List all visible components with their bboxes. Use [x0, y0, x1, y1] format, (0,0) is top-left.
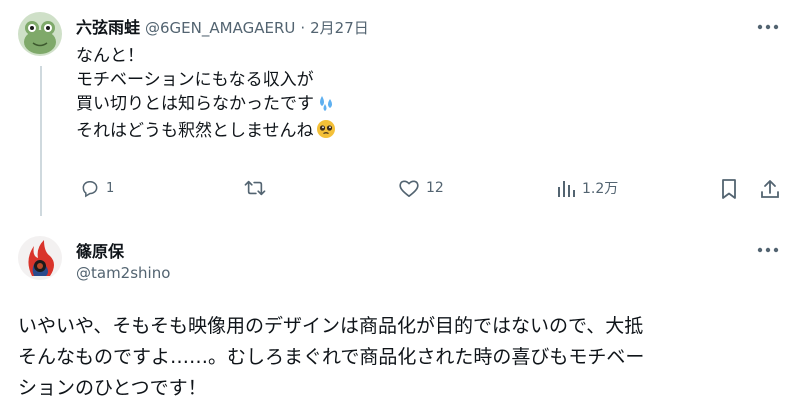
more-button[interactable] — [757, 20, 779, 30]
tweet-date[interactable]: 2月27日 — [310, 17, 369, 38]
tweet-line: モチベーションにもなる収入が — [76, 70, 314, 90]
bookmark-button[interactable] — [720, 178, 738, 200]
retweet-button[interactable] — [244, 178, 272, 198]
reply-count: 1 — [106, 180, 115, 196]
tweet-line: それはどうも釈然としませんね — [76, 121, 314, 141]
character-avatar-image — [18, 236, 62, 280]
thread-connector — [40, 66, 42, 216]
author-handle[interactable]: @6GEN_AMAGAERU — [145, 19, 295, 37]
more-icon — [757, 247, 779, 253]
bookmark-icon — [722, 179, 736, 199]
like-button[interactable]: 12 — [398, 178, 444, 198]
views-button[interactable]: 1.2万 — [556, 178, 618, 198]
like-count: 12 — [426, 180, 444, 196]
share-button[interactable] — [760, 178, 780, 200]
tweet-header: 六弦雨蛙 @6GEN_AMAGAERU · 2月27日 — [76, 14, 369, 38]
reply-button[interactable]: 1 — [80, 178, 114, 198]
header-separator: · — [300, 19, 306, 37]
tweet-line: 買い切りとは知らなかったです — [76, 94, 314, 114]
tweet-line: なんと！ — [76, 46, 144, 66]
reply-author-name[interactable]: 篠原保 — [76, 238, 124, 262]
like-icon — [399, 180, 419, 197]
reply-line: いやいや、そもそも映像用のデザインは商品化が目的ではないので、大抵 — [18, 315, 644, 337]
sweat-droplets-emoji — [316, 94, 336, 119]
reply-line: ションのひとつです！ — [18, 377, 207, 399]
author-name[interactable]: 六弦雨蛙 — [76, 14, 140, 38]
reply-more-button[interactable] — [757, 243, 779, 253]
views-count: 1.2万 — [582, 181, 619, 197]
share-icon — [761, 180, 779, 198]
reply-icon — [82, 181, 98, 198]
pleading-face-emoji — [316, 119, 336, 146]
avatar-shinohara[interactable] — [18, 236, 62, 280]
frog-avatar-image — [18, 12, 62, 56]
tweet-body: なんと！ モチベーションにもなる収入が 買い切りとは知らなかったです それはどう… — [76, 44, 336, 146]
reply-body: いやいや、そもそも映像用のデザインは商品化が目的ではないので、大抵 そんなもので… — [18, 311, 644, 404]
reply-author-handle[interactable]: @tam2shino — [76, 264, 170, 282]
more-icon — [757, 24, 779, 30]
retweet-icon — [244, 180, 266, 196]
views-icon — [558, 181, 575, 197]
reply-line: そんなものですよ……。むしろまぐれで商品化された時の喜びもモチベー — [18, 346, 645, 368]
avatar-frog[interactable] — [18, 12, 62, 56]
